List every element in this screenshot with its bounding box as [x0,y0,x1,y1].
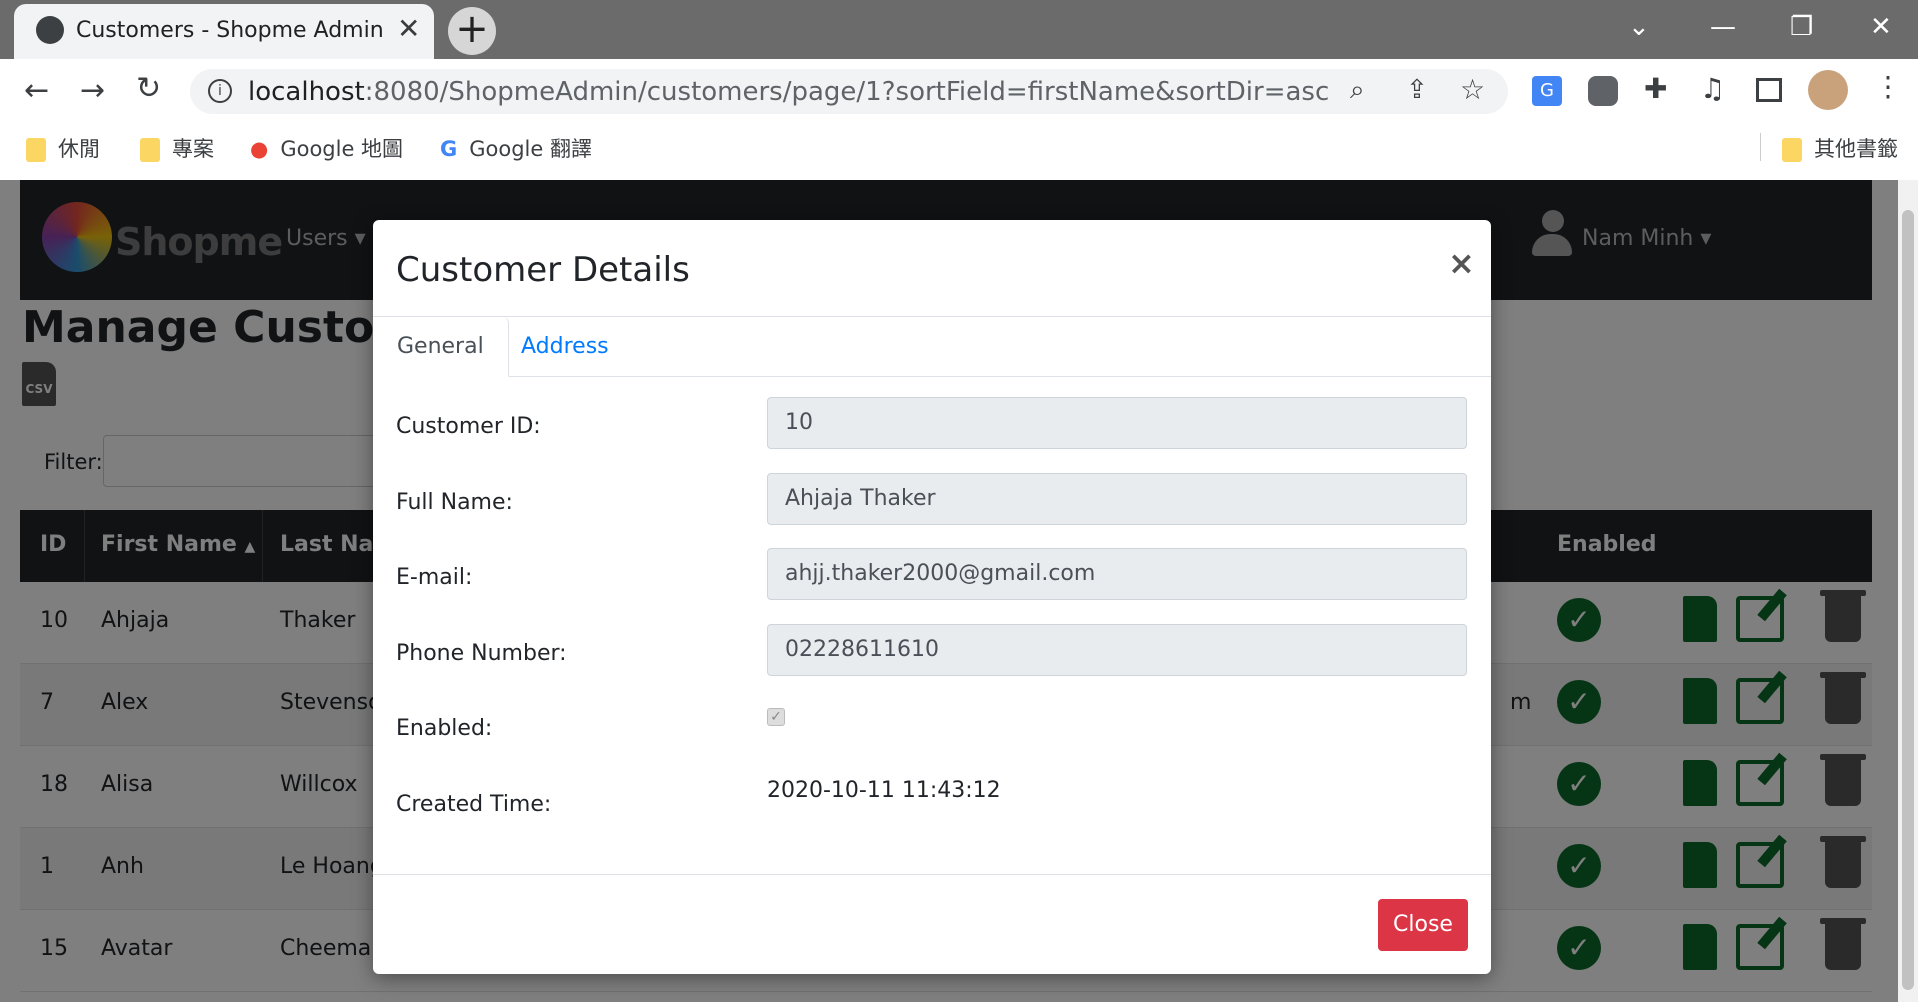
bookmark-other[interactable]: 其他書籤 [1782,133,1898,163]
chevron-down-icon[interactable]: ⌄ [1628,12,1650,42]
close-button[interactable]: Close [1378,899,1468,951]
close-icon[interactable]: × [1448,244,1475,282]
line-extension-icon[interactable] [1588,76,1618,106]
close-tab-icon[interactable]: ✕ [397,12,420,45]
customer-details-modal: Customer Details × General Address Custo… [373,220,1491,974]
reload-icon[interactable]: ↻ [136,71,161,106]
new-tab-button[interactable]: + [448,7,496,55]
media-control-icon[interactable]: ♫ [1700,72,1725,105]
zoom-icon[interactable]: ⌕ [1350,75,1365,106]
menu-kebab-icon[interactable]: ⋮ [1874,70,1902,103]
modal-tabs: General Address [373,317,1491,377]
tab-address[interactable]: Address [497,317,633,377]
address-bar[interactable]: i localhost:8080/ShopmeAdmin/customers/p… [190,69,1508,114]
customer-id-field[interactable]: 10 [767,397,1467,449]
full-name-label: Full Name: [396,490,513,515]
folder-icon [140,138,160,162]
phone-label: Phone Number: [396,641,567,666]
info-icon[interactable]: i [208,79,232,103]
modal-footer-divider [373,874,1491,875]
phone-field[interactable]: 02228611610 [767,624,1467,676]
browser-tab[interactable]: Customers - Shopme Admin ✕ [14,4,434,59]
close-window-icon[interactable]: ✕ [1870,12,1892,42]
enabled-checkbox[interactable]: ✓ [767,708,785,726]
email-field[interactable]: ahjj.thaker2000@gmail.com [767,548,1467,600]
url-text: localhost:8080/ShopmeAdmin/customers/pag… [248,77,1330,107]
tab-strip: Customers - Shopme Admin ✕ + ⌄ — ❐ ✕ [0,0,1918,59]
folder-icon [1782,138,1802,162]
created-time-label: Created Time: [396,792,552,817]
folder-icon [26,138,46,162]
bookmark-google-translate[interactable]: G Google 翻譯 [440,133,592,163]
map-pin-icon: ● [250,137,269,161]
bookmark-folder-leisure[interactable]: 休閒 [26,133,100,163]
globe-icon [36,16,64,44]
bookmark-star-icon[interactable]: ☆ [1460,73,1485,106]
minimize-icon[interactable]: — [1710,12,1736,42]
profile-avatar[interactable] [1808,70,1848,110]
back-icon[interactable]: ← [24,73,49,108]
side-panel-icon[interactable] [1756,78,1782,102]
forward-icon[interactable]: → [80,73,105,108]
created-time-value: 2020-10-11 11:43:12 [767,778,1001,803]
full-name-field[interactable]: Ahjaja Thaker [767,473,1467,525]
tab-title: Customers - Shopme Admin [76,18,384,43]
bookmark-folder-projects[interactable]: 專案 [140,133,214,163]
share-icon[interactable]: ⇪ [1406,75,1428,105]
tab-general[interactable]: General [373,317,509,377]
customer-id-label: Customer ID: [396,414,541,439]
bookmark-separator [1760,133,1761,161]
extensions-puzzle-icon[interactable]: ✚ [1644,72,1667,105]
restore-icon[interactable]: ❐ [1790,12,1813,42]
email-label: E-mail: [396,565,473,590]
modal-title: Customer Details [396,250,690,290]
translate-icon: G [440,137,458,161]
enabled-label: Enabled: [396,716,493,741]
bookmark-google-maps[interactable]: ● Google 地圖 [250,133,403,163]
translate-extension-icon[interactable]: G [1532,76,1562,106]
page-scrollbar[interactable] [1898,180,1918,1002]
scrollbar-thumb[interactable] [1902,210,1914,990]
